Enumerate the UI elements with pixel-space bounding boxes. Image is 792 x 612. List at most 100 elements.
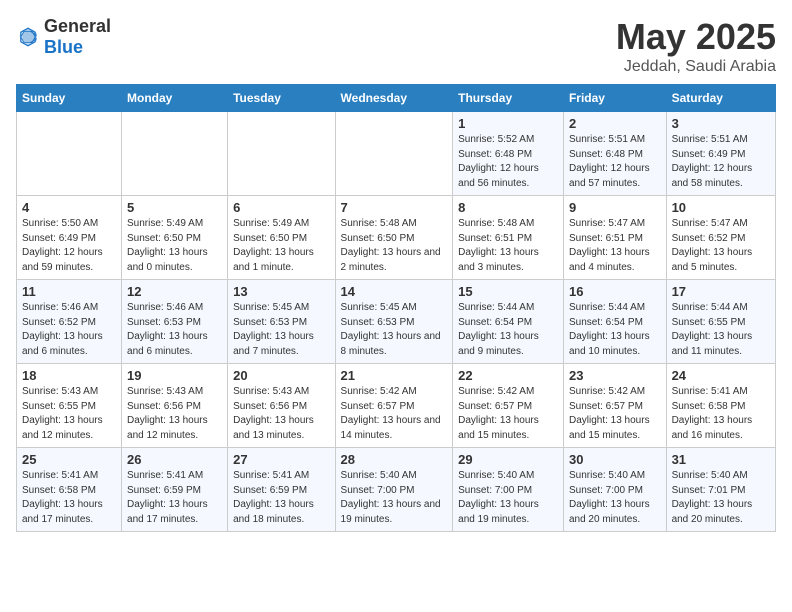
day-detail: Sunrise: 5:46 AMSunset: 6:53 PMDaylight:… bbox=[127, 301, 222, 359]
day-cell: 27 Sunrise: 5:41 AMSunset: 6:59 PMDayligh… bbox=[228, 448, 335, 532]
day-detail: Sunrise: 5:51 AMSunset: 6:48 PMDaylight:… bbox=[569, 133, 661, 191]
day-number: 12 bbox=[127, 284, 222, 299]
day-cell: 2 Sunrise: 5:51 AMSunset: 6:48 PMDaylight… bbox=[563, 112, 666, 196]
day-number: 20 bbox=[233, 368, 329, 383]
day-number: 15 bbox=[458, 284, 558, 299]
day-detail: Sunrise: 5:44 AMSunset: 6:54 PMDaylight:… bbox=[569, 301, 661, 359]
title-area: May 2025 Jeddah, Saudi Arabia bbox=[616, 16, 776, 76]
day-detail: Sunrise: 5:41 AMSunset: 6:58 PMDaylight:… bbox=[22, 469, 116, 527]
day-cell: 20Sunrise: 5:43 AMSunset: 6:56 PMDayligh… bbox=[228, 364, 335, 448]
header-saturday: Saturday bbox=[666, 85, 775, 112]
logo-blue: Blue bbox=[44, 37, 83, 57]
day-cell: 11 Sunrise: 5:46 AMSunset: 6:52 PMDayligh… bbox=[17, 280, 122, 364]
main-title: May 2025 bbox=[616, 16, 776, 58]
day-number: 11 bbox=[22, 284, 116, 299]
day-number: 21 bbox=[341, 368, 448, 383]
day-detail: Sunrise: 5:43 AMSunset: 6:55 PMDaylight:… bbox=[22, 385, 116, 443]
day-cell: 24 Sunrise: 5:41 AMSunset: 6:58 PMDayligh… bbox=[666, 364, 775, 448]
day-number: 25 bbox=[22, 452, 116, 467]
day-detail: Sunrise: 5:49 AMSunset: 6:50 PMDaylight:… bbox=[233, 217, 329, 275]
day-number: 22 bbox=[458, 368, 558, 383]
day-number: 17 bbox=[672, 284, 770, 299]
day-cell: 13 Sunrise: 5:45 AMSunset: 6:53 PMDayligh… bbox=[228, 280, 335, 364]
day-detail: Sunrise: 5:52 AMSunset: 6:48 PMDaylight:… bbox=[458, 133, 558, 191]
header: General Blue May 2025 Jeddah, Saudi Arab… bbox=[16, 16, 776, 76]
day-number: 5 bbox=[127, 200, 222, 215]
day-detail: Sunrise: 5:44 AMSunset: 6:55 PMDaylight:… bbox=[672, 301, 770, 359]
day-detail: Sunrise: 5:42 AMSunset: 6:57 PMDaylight:… bbox=[458, 385, 558, 443]
day-number: 6 bbox=[233, 200, 329, 215]
day-detail: Sunrise: 5:48 AMSunset: 6:50 PMDaylight:… bbox=[341, 217, 448, 275]
day-cell: 6 Sunrise: 5:49 AMSunset: 6:50 PMDaylight… bbox=[228, 196, 335, 280]
header-thursday: Thursday bbox=[453, 85, 564, 112]
header-friday: Friday bbox=[563, 85, 666, 112]
day-detail: Sunrise: 5:41 AMSunset: 6:59 PMDaylight:… bbox=[233, 469, 329, 527]
logo-icon bbox=[16, 25, 40, 49]
day-cell: 9Sunrise: 5:47 AMSunset: 6:51 PMDaylight… bbox=[563, 196, 666, 280]
day-cell: 3Sunrise: 5:51 AMSunset: 6:49 PMDaylight… bbox=[666, 112, 775, 196]
day-detail: Sunrise: 5:46 AMSunset: 6:52 PMDaylight:… bbox=[22, 301, 116, 359]
calendar-table: SundayMondayTuesdayWednesdayThursdayFrid… bbox=[16, 84, 776, 532]
day-number: 16 bbox=[569, 284, 661, 299]
header-tuesday: Tuesday bbox=[228, 85, 335, 112]
logo-wordmark: General Blue bbox=[44, 16, 111, 58]
day-cell: 23 Sunrise: 5:42 AMSunset: 6:57 PMDayligh… bbox=[563, 364, 666, 448]
day-detail: Sunrise: 5:51 AMSunset: 6:49 PMDaylight:… bbox=[672, 133, 770, 191]
day-number: 29 bbox=[458, 452, 558, 467]
day-cell: 28 Sunrise: 5:40 AMSunset: 7:00 PMDayligh… bbox=[335, 448, 453, 532]
week-row-1: 1 Sunrise: 5:52 AMSunset: 6:48 PMDaylight… bbox=[17, 112, 776, 196]
day-cell: 1 Sunrise: 5:52 AMSunset: 6:48 PMDaylight… bbox=[453, 112, 564, 196]
day-number: 27 bbox=[233, 452, 329, 467]
day-cell: 30Sunrise: 5:40 AMSunset: 7:00 PMDayligh… bbox=[563, 448, 666, 532]
day-cell: 26 Sunrise: 5:41 AMSunset: 6:59 PMDayligh… bbox=[122, 448, 228, 532]
day-number: 13 bbox=[233, 284, 329, 299]
day-cell bbox=[335, 112, 453, 196]
week-row-2: 4 Sunrise: 5:50 AMSunset: 6:49 PMDaylight… bbox=[17, 196, 776, 280]
logo-general: General bbox=[44, 16, 111, 36]
day-number: 26 bbox=[127, 452, 222, 467]
header-wednesday: Wednesday bbox=[335, 85, 453, 112]
day-number: 31 bbox=[672, 452, 770, 467]
day-detail: Sunrise: 5:47 AMSunset: 6:52 PMDaylight:… bbox=[672, 217, 770, 275]
day-detail: Sunrise: 5:41 AMSunset: 6:58 PMDaylight:… bbox=[672, 385, 770, 443]
day-cell bbox=[17, 112, 122, 196]
day-number: 9 bbox=[569, 200, 661, 215]
day-detail: Sunrise: 5:48 AMSunset: 6:51 PMDaylight:… bbox=[458, 217, 558, 275]
day-number: 7 bbox=[341, 200, 448, 215]
week-row-3: 11 Sunrise: 5:46 AMSunset: 6:52 PMDayligh… bbox=[17, 280, 776, 364]
day-detail: Sunrise: 5:42 AMSunset: 6:57 PMDaylight:… bbox=[569, 385, 661, 443]
day-detail: Sunrise: 5:50 AMSunset: 6:49 PMDaylight:… bbox=[22, 217, 116, 275]
day-cell: 21 Sunrise: 5:42 AMSunset: 6:57 PMDayligh… bbox=[335, 364, 453, 448]
week-row-4: 18Sunrise: 5:43 AMSunset: 6:55 PMDayligh… bbox=[17, 364, 776, 448]
day-detail: Sunrise: 5:42 AMSunset: 6:57 PMDaylight:… bbox=[341, 385, 448, 443]
day-cell: 29 Sunrise: 5:40 AMSunset: 7:00 PMDayligh… bbox=[453, 448, 564, 532]
day-detail: Sunrise: 5:43 AMSunset: 6:56 PMDaylight:… bbox=[127, 385, 222, 443]
header-row: SundayMondayTuesdayWednesdayThursdayFrid… bbox=[17, 85, 776, 112]
day-cell: 7 Sunrise: 5:48 AMSunset: 6:50 PMDaylight… bbox=[335, 196, 453, 280]
day-number: 1 bbox=[458, 116, 558, 131]
day-detail: Sunrise: 5:41 AMSunset: 6:59 PMDaylight:… bbox=[127, 469, 222, 527]
day-detail: Sunrise: 5:40 AMSunset: 7:00 PMDaylight:… bbox=[341, 469, 448, 527]
day-number: 24 bbox=[672, 368, 770, 383]
day-cell: 16 Sunrise: 5:44 AMSunset: 6:54 PMDayligh… bbox=[563, 280, 666, 364]
day-number: 4 bbox=[22, 200, 116, 215]
day-number: 14 bbox=[341, 284, 448, 299]
header-sunday: Sunday bbox=[17, 85, 122, 112]
header-monday: Monday bbox=[122, 85, 228, 112]
day-cell: 14 Sunrise: 5:45 AMSunset: 6:53 PMDayligh… bbox=[335, 280, 453, 364]
day-number: 10 bbox=[672, 200, 770, 215]
day-number: 28 bbox=[341, 452, 448, 467]
day-detail: Sunrise: 5:49 AMSunset: 6:50 PMDaylight:… bbox=[127, 217, 222, 275]
day-detail: Sunrise: 5:45 AMSunset: 6:53 PMDaylight:… bbox=[233, 301, 329, 359]
day-cell bbox=[122, 112, 228, 196]
day-number: 2 bbox=[569, 116, 661, 131]
subtitle: Jeddah, Saudi Arabia bbox=[616, 58, 776, 76]
day-cell: 17 Sunrise: 5:44 AMSunset: 6:55 PMDayligh… bbox=[666, 280, 775, 364]
logo: General Blue bbox=[16, 16, 111, 58]
day-cell: 25 Sunrise: 5:41 AMSunset: 6:58 PMDayligh… bbox=[17, 448, 122, 532]
day-cell: 19Sunrise: 5:43 AMSunset: 6:56 PMDayligh… bbox=[122, 364, 228, 448]
day-detail: Sunrise: 5:44 AMSunset: 6:54 PMDaylight:… bbox=[458, 301, 558, 359]
day-detail: Sunrise: 5:40 AMSunset: 7:00 PMDaylight:… bbox=[458, 469, 558, 527]
day-number: 23 bbox=[569, 368, 661, 383]
day-detail: Sunrise: 5:45 AMSunset: 6:53 PMDaylight:… bbox=[341, 301, 448, 359]
